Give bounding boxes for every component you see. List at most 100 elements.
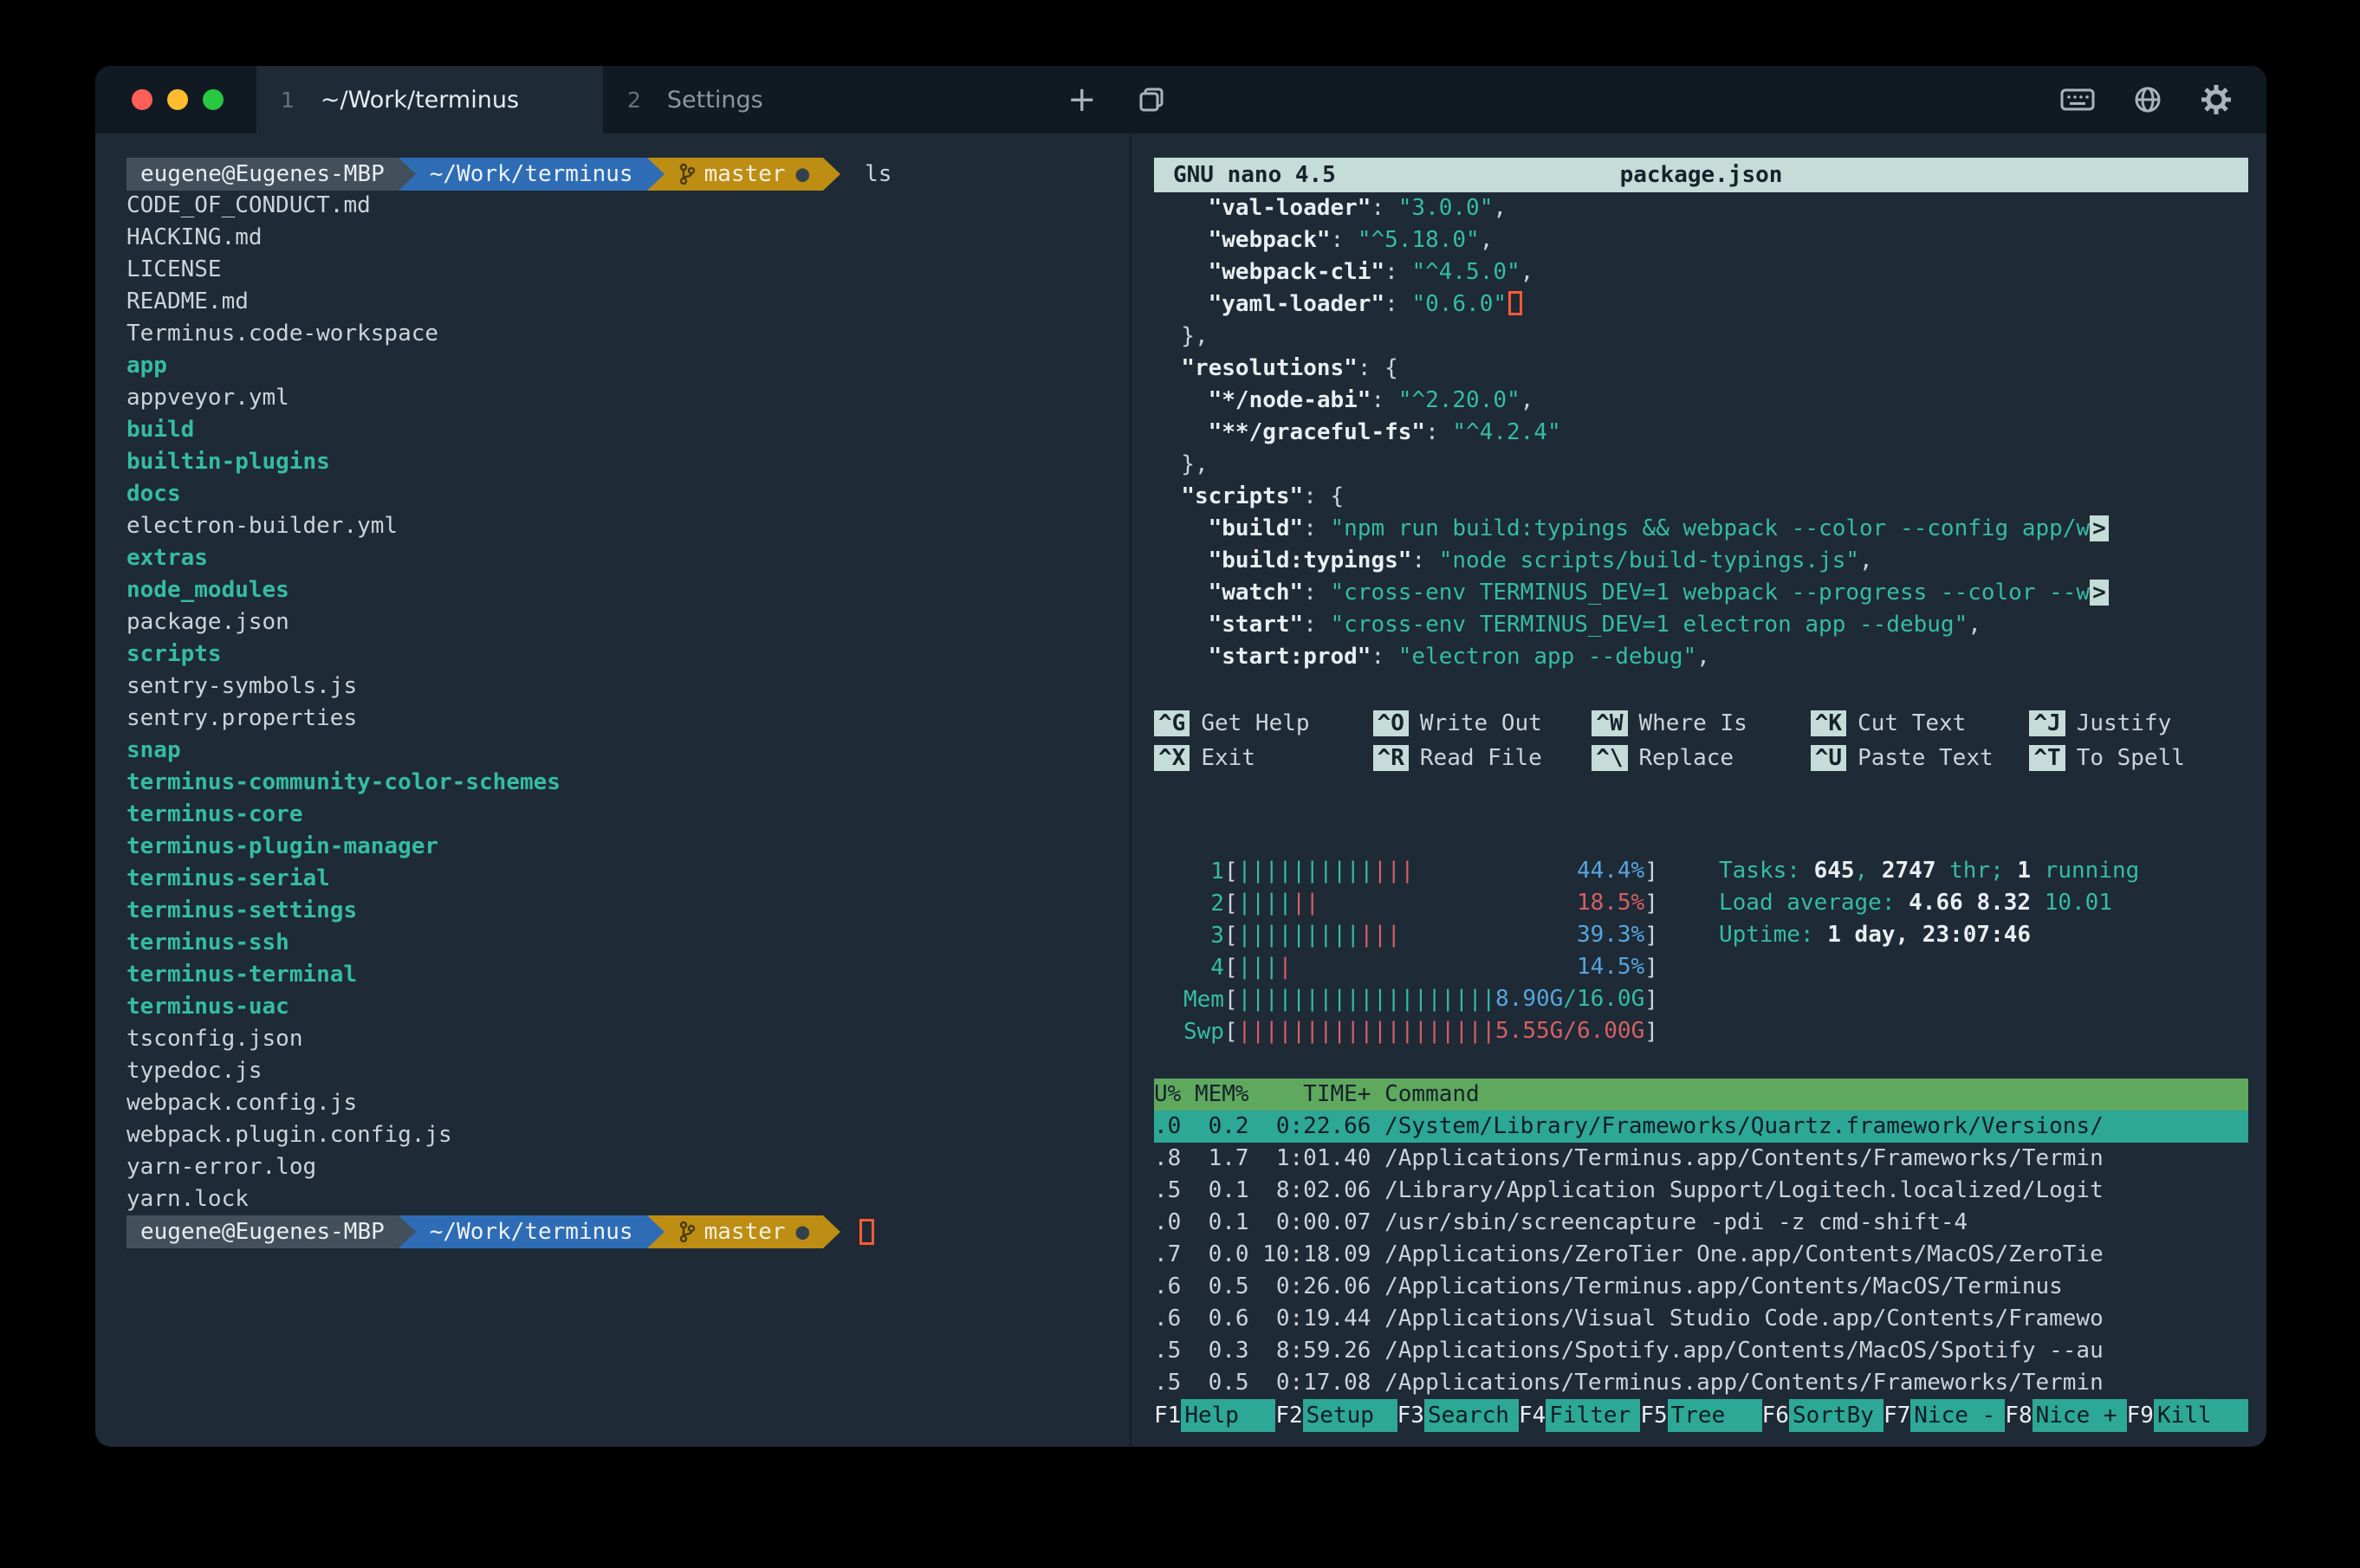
ls-file: sentry.properties — [126, 703, 1130, 735]
process-row[interactable]: .5 0.3 8:59.26 /Applications/Spotify.app… — [1154, 1335, 2248, 1367]
ls-file: appveyor.yml — [126, 382, 1130, 414]
ls-directory: terminus-terminal — [126, 959, 1130, 991]
prompt-user-segment: eugene@Eugenes-MBP — [126, 158, 399, 191]
ls-file: CODE_OF_CONDUCT.md — [126, 190, 1130, 222]
fkey-item[interactable]: F9Kill — [2127, 1399, 2248, 1432]
ls-file: sentry-symbols.js — [126, 671, 1130, 703]
process-row[interactable]: .8 1.7 1:01.40 /Applications/Terminus.ap… — [1154, 1143, 2248, 1175]
meter-row: 3[||||||||||||39.3%] — [1183, 919, 1674, 951]
ls-directory: snap — [126, 735, 1130, 767]
htop-fkey-bar: F1HelpF2SetupF3SearchF4FilterF5TreeF6Sor… — [1154, 1399, 2248, 1432]
process-row[interactable]: .6 0.6 0:19.44 /Applications/Visual Stud… — [1154, 1303, 2248, 1335]
meter-value: 8.90G — [1495, 986, 1563, 1012]
shortcut-key: ^W — [1592, 710, 1627, 736]
ls-file: electron-builder.yml — [126, 510, 1130, 542]
meter-value: /16.0G — [1563, 986, 1644, 1012]
nano-line: "yaml-loader": "0.6.0" — [1154, 288, 2248, 321]
nano-line: "resolutions": { — [1154, 353, 2248, 385]
meter-row: 4[||||14.5%] — [1183, 951, 1674, 983]
fkey-item[interactable]: F6SortBy — [1762, 1399, 1883, 1432]
nano-line: "*/node-abi": "^2.20.0", — [1154, 385, 2248, 417]
left-terminal-pane[interactable]: eugene@Eugenes-MBP~/Work/terminusmaster●… — [95, 133, 1131, 1447]
tab-index: 1 — [281, 87, 295, 113]
shortcut-label: Paste Text — [1858, 745, 1994, 771]
nano-line: "start": "cross-env TERMINUS_DEV=1 elect… — [1154, 609, 2248, 641]
htop-meters: 1[|||||||||||||44.4%] 2[||||||18.5%] 3[|… — [1183, 855, 1674, 1047]
fkey-item[interactable]: F2Setup — [1275, 1399, 1397, 1432]
nano-cursor — [1508, 291, 1522, 315]
shortcut-key: ^T — [2029, 745, 2065, 771]
fkey-number: F3 — [1397, 1403, 1424, 1429]
settings-gear-icon[interactable] — [2201, 84, 2232, 115]
nano-line: }, — [1154, 449, 2248, 481]
close-button[interactable] — [132, 89, 152, 110]
fkey-number: F8 — [2005, 1403, 2032, 1429]
fkey-item[interactable]: F7Nice - — [1883, 1399, 2005, 1432]
tab-settings[interactable]: 2 Settings — [603, 66, 950, 133]
process-table-header[interactable]: U% MEM% TIME+ Command — [1154, 1079, 2248, 1111]
process-row[interactable]: .5 0.1 8:02.06 /Library/Application Supp… — [1154, 1175, 2248, 1207]
tab-terminal[interactable]: 1 ~/Work/terminus — [256, 66, 603, 133]
meter-bar: |||||||||||||||||||5.55G/6.00G — [1238, 1015, 1645, 1047]
process-row[interactable]: .5 0.5 0:17.08 /Applications/Terminus.ap… — [1154, 1367, 2248, 1399]
fkey-action: Help — [1181, 1399, 1275, 1432]
fkey-action: SortBy — [1789, 1399, 1883, 1432]
fkey-number: F4 — [1519, 1403, 1546, 1429]
process-row[interactable]: .7 0.0 10:18.09 /Applications/ZeroTier O… — [1154, 1239, 2248, 1271]
fkey-number: F2 — [1275, 1403, 1302, 1429]
powerline-arrow — [399, 158, 416, 191]
ls-directory: app — [126, 350, 1130, 382]
nano-line: "start:prod": "electron app --debug", — [1154, 641, 2248, 673]
keyboard-icon[interactable] — [2060, 88, 2095, 111]
process-row[interactable]: .0 0.1 0:00.07 /usr/sbin/screencapture -… — [1154, 1207, 2248, 1239]
nano-line: "webpack-cli": "^4.5.0", — [1154, 256, 2248, 288]
summary-line: Tasks: 645, 2747 thr; 1 running — [1719, 855, 2139, 887]
fkey-item[interactable]: F4Filter — [1519, 1399, 1640, 1432]
nano-title-bar: package.json GNU nano 4.5 — [1154, 158, 2248, 192]
prompt-user-host: eugene@Eugenes-MBP — [140, 161, 385, 187]
meter-row: Swp[|||||||||||||||||||5.55G/6.00G] — [1183, 1015, 1674, 1047]
powerline-arrow — [399, 1215, 416, 1248]
prompt-user-segment: eugene@Eugenes-MBP — [126, 1215, 399, 1248]
nano-body: "val-loader": "3.0.0", "webpack": "^5.18… — [1154, 192, 2248, 673]
ls-directory: terminus-serial — [126, 863, 1130, 895]
meter-bar: ||||||||||||39.3% — [1238, 919, 1645, 951]
process-row[interactable]: .0 0.2 0:22.66 /System/Library/Framework… — [1154, 1111, 2248, 1143]
minimize-button[interactable] — [167, 89, 188, 110]
zoom-button[interactable] — [203, 89, 224, 110]
ls-directory: builtin-plugins — [126, 446, 1130, 478]
ls-directory: terminus-uac — [126, 991, 1130, 1023]
fkey-item[interactable]: F5Tree — [1640, 1399, 1761, 1432]
meter-value: 44.4% — [1577, 858, 1644, 884]
fkey-item[interactable]: F3Search — [1397, 1399, 1519, 1432]
new-window-button[interactable] — [1119, 66, 1183, 133]
split-panes: eugene@Eugenes-MBP~/Work/terminusmaster●… — [95, 133, 2266, 1447]
process-row[interactable]: .6 0.5 0:26.06 /Applications/Terminus.ap… — [1154, 1271, 2248, 1303]
fkey-number: F7 — [1883, 1403, 1910, 1429]
shortcut-label: Justify — [2077, 710, 2172, 736]
right-terminal-pane[interactable]: package.json GNU nano 4.5 "val-loader": … — [1154, 133, 2248, 1447]
shortcut-key: ^\ — [1592, 745, 1627, 771]
ls-directory: terminus-settings — [126, 895, 1130, 927]
typed-command: ls — [865, 161, 891, 187]
nano-shortcut: ^JJustify — [2029, 710, 2248, 736]
htop-summary: Tasks: 645, 2747 thr; 1 runningLoad aver… — [1719, 855, 2139, 1047]
git-dirty-indicator: ● — [796, 161, 810, 187]
shortcut-label: Get Help — [1201, 710, 1309, 736]
shortcut-key: ^O — [1373, 710, 1409, 736]
shortcut-key: ^X — [1154, 745, 1190, 771]
ls-file: HACKING.md — [126, 222, 1130, 254]
window-controls — [95, 66, 256, 133]
fkey-item[interactable]: F1Help — [1154, 1399, 1275, 1432]
htop-process-table: U% MEM% TIME+ Command.0 0.2 0:22.66 /Sys… — [1154, 1079, 2248, 1399]
shortcut-label: Write Out — [1420, 710, 1542, 736]
git-branch-name: master — [704, 1219, 786, 1245]
nano-shortcuts: ^GGet Help^OWrite Out^WWhere Is^KCut Tex… — [1154, 706, 2248, 775]
nano-shortcut: ^O Write Out — [1373, 710, 1592, 736]
globe-icon[interactable] — [2133, 85, 2162, 114]
nano-line: "build:typings": "node scripts/build-typ… — [1154, 545, 2248, 577]
fkey-item[interactable]: F8Nice + — [2005, 1399, 2126, 1432]
new-tab-button[interactable]: + — [1045, 66, 1119, 133]
nano-line: }, — [1154, 321, 2248, 353]
shortcut-label: Replace — [1639, 745, 1734, 771]
